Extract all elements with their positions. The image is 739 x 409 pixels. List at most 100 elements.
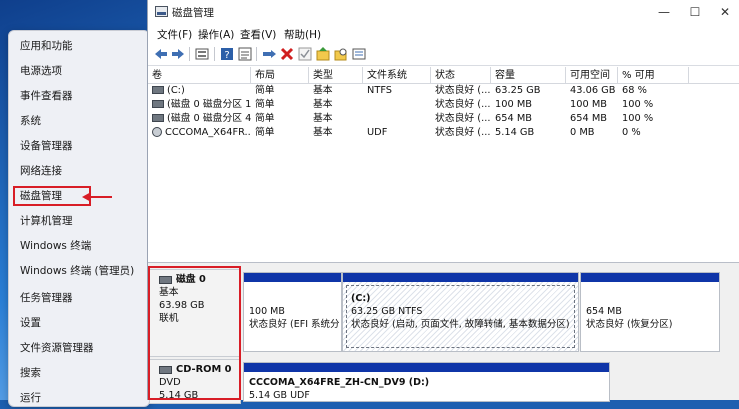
disk-view-icon[interactable] [194,46,210,62]
partition-size: 5.14 GB UDF [249,390,310,401]
menu-item-network-connections[interactable]: 网络连接 [9,160,149,182]
partition-status: 状态良好 (恢复分区) [586,319,673,330]
properties-icon[interactable] [237,46,253,62]
back-arrow-icon[interactable] [153,46,169,62]
partition-bar [244,363,609,372]
menu-item-task-manager[interactable]: 任务管理器 [9,287,149,309]
cell-layout: 简单 [255,127,275,138]
menu-item-event-viewer[interactable]: 事件查看器 [9,85,149,107]
column-header-layout[interactable]: 布局 [251,67,309,84]
partition-bar [343,273,578,282]
winx-context-menu: 应用和功能 电源选项 事件查看器 系统 设备管理器 网络连接 磁盘管理 计算机管… [8,30,150,407]
disk-icon [152,86,164,94]
cell-volume: (C:) [148,84,251,98]
menu-item-search[interactable]: 搜索 [9,362,149,384]
cell-free-space: 654 MB [570,113,607,124]
menu-help[interactable]: 帮助(H) [284,27,321,42]
menu-item-power-options[interactable]: 电源选项 [9,60,149,82]
title-bar[interactable]: 磁盘管理 — ☐ ✕ [148,0,739,24]
column-header-status[interactable]: 状态 [431,67,491,84]
menu-item-disk-management[interactable]: 磁盘管理 [12,185,92,207]
menu-item-settings[interactable]: 设置 [9,312,149,334]
details-icon[interactable] [351,46,367,62]
cell-volume: (磁盘 0 磁盘分区 1) [148,98,251,112]
column-header-filesystem[interactable]: 文件系统 [363,67,431,84]
disk-management-app-icon [155,6,168,17]
minimize-button[interactable]: — [650,3,678,21]
menu-item-windows-terminal-admin[interactable]: Windows 终端 (管理员) [9,260,149,282]
cell-percent-free: 100 % [622,113,654,124]
disk-state: 联机 [159,313,179,324]
column-header-blank [689,67,739,84]
open-folder-icon[interactable] [315,46,331,62]
menu-item-file-explorer[interactable]: 文件资源管理器 [9,337,149,359]
column-header-percent-free[interactable]: % 可用 [618,67,689,84]
partition-bar [244,273,341,282]
cell-percent-free: 0 % [622,127,641,138]
cell-percent-free: 100 % [622,99,654,110]
menu-item-computer-management[interactable]: 计算机管理 [9,210,149,232]
cell-filesystem [363,98,431,112]
partition-efi[interactable]: 100 MB 状态良好 (EFI 系统分 [243,272,342,352]
forward-arrow-icon[interactable] [170,46,186,62]
cell-free-space: 43.06 GB [570,85,616,96]
menu-item-run[interactable]: 运行 [9,387,149,409]
menu-item-apps-features[interactable]: 应用和功能 [9,35,149,57]
column-header-free-space[interactable]: 可用空间 [566,67,618,84]
disk-type: DVD [159,377,181,388]
red-annotation-arrow-icon [82,192,112,202]
connect-icon[interactable] [261,46,277,62]
column-header-volume[interactable]: 卷 [148,67,251,84]
delete-icon[interactable] [279,46,295,62]
cell-free-space: 100 MB [570,99,607,110]
menu-action[interactable]: 操作(A) [198,27,234,42]
volume-name: (磁盘 0 磁盘分区 1) [167,99,251,110]
partition-name: CCCOMA_X64FRE_ZH-CN_DV9 (D:) [249,377,430,388]
cell-volume: CCCOMA_X64FR... [148,126,251,140]
disk-icon [152,100,164,108]
cell-volume: (磁盘 0 磁盘分区 4) [148,112,251,126]
volume-name: CCCOMA_X64FR... [165,127,251,138]
help-icon[interactable]: ? [219,46,235,62]
menu-item-device-manager[interactable]: 设备管理器 [9,135,149,157]
search-folder-icon[interactable] [333,46,349,62]
menu-file[interactable]: 文件(F) [157,27,192,42]
disk-0-label[interactable]: 磁盘 0 基本 63.98 GB 联机 [149,269,241,357]
partition-size: 63.25 GB NTFS [351,306,423,317]
disk-size: 63.98 GB [159,300,205,311]
cell-type: 基本 [313,85,333,96]
cell-capacity: 5.14 GB [495,127,535,138]
cell-free-space: 0 MB [570,127,595,138]
disk-size: 5.14 GB [159,390,199,401]
menu-bar: 文件(F) 操作(A) 查看(V) 帮助(H) [148,25,739,43]
cell-filesystem: UDF [367,127,388,138]
partition-recovery[interactable]: 654 MB 状态良好 (恢复分区) [580,272,720,352]
partition-c-drive[interactable]: (C:) 63.25 GB NTFS 状态良好 (启动, 页面文件, 故障转储,… [342,272,579,352]
svg-text:?: ? [224,50,229,61]
disk-icon [152,114,164,122]
cell-layout: 简单 [255,85,275,96]
volume-name: (磁盘 0 磁盘分区 4) [167,113,251,124]
close-button[interactable]: ✕ [711,3,739,21]
partition-size: 100 MB [249,306,285,317]
column-header-type[interactable]: 类型 [309,67,363,84]
disk-graphical-view: 磁盘 0 基本 63.98 GB 联机 100 MB 状态良好 (EFI 系统分… [148,263,739,404]
menu-view[interactable]: 查看(V) [240,27,276,42]
cell-type: 基本 [313,127,333,138]
partition-name: (C:) [351,293,371,304]
menu-item-windows-terminal[interactable]: Windows 终端 [9,235,149,257]
cell-capacity: 100 MB [495,99,532,110]
partition-status: 状态良好 (EFI 系统分 [249,319,340,330]
cell-layout: 简单 [255,113,275,124]
check-icon[interactable] [297,46,313,62]
maximize-button[interactable]: ☐ [681,3,709,21]
cdrom-0-label[interactable]: CD-ROM 0 DVD 5.14 GB [149,359,241,404]
cell-layout: 简单 [255,99,275,110]
partition-dvd[interactable]: CCCOMA_X64FRE_ZH-CN_DV9 (D:) 5.14 GB UDF [243,362,610,402]
column-header-capacity[interactable]: 容量 [491,67,566,84]
menu-item-system[interactable]: 系统 [9,110,149,132]
cell-status: 状态良好 (... [435,99,491,110]
cell-filesystem: NTFS [367,85,392,96]
disk-management-window: 磁盘管理 — ☐ ✕ 文件(F) 操作(A) 查看(V) 帮助(H) ? 卷 布… [147,0,739,404]
cell-capacity: 654 MB [495,113,532,124]
